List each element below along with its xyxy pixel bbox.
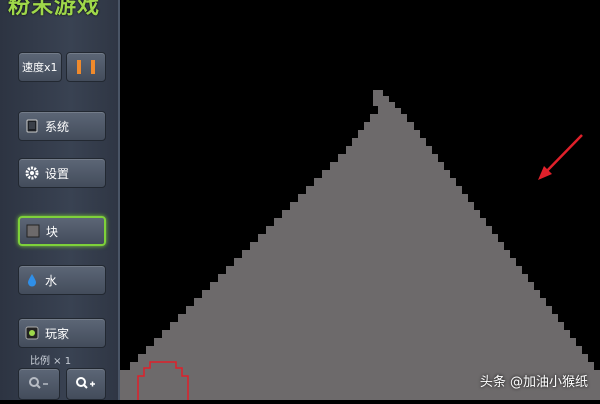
sand-pile (120, 90, 600, 400)
player-label: 玩家 (45, 326, 70, 341)
water-button[interactable]: 水 (18, 265, 106, 295)
zoom-in-button[interactable] (66, 368, 106, 400)
block-icon (26, 224, 40, 238)
block-label: 块 (46, 224, 59, 239)
player-icon (25, 326, 39, 340)
settings-button[interactable]: 设置 (18, 158, 106, 188)
gear-icon (25, 166, 39, 180)
app-title: 粉末游戏 (8, 0, 101, 19)
water-label: 水 (45, 273, 58, 288)
game-canvas[interactable] (120, 0, 600, 400)
player-button[interactable]: 玩家 (18, 318, 106, 348)
pause-icon (77, 60, 81, 74)
zoom-out-button[interactable] (18, 368, 60, 400)
speed-button[interactable]: 速度x1 (18, 52, 62, 82)
zoom-in-icon (75, 376, 97, 393)
settings-label: 设置 (45, 166, 70, 181)
speed-label: 速度x1 (22, 61, 58, 74)
tablet-icon (25, 119, 39, 133)
water-drop-icon (25, 273, 39, 287)
pause-button[interactable] (66, 52, 106, 82)
red-arrow-annotation (538, 134, 583, 180)
scale-label: 比例 × 1 (30, 356, 72, 367)
block-button[interactable]: 块 (18, 216, 106, 246)
system-label: 系统 (45, 119, 70, 134)
system-button[interactable]: 系统 (18, 111, 106, 141)
sidebar: 粉末游戏 速度x1 系统 设置 块 水 玩家 比例 × 1 (0, 0, 120, 400)
watermark: 头条 @加油小猴纸 (480, 371, 588, 390)
sand-world (120, 90, 600, 400)
watermark-platform: 头条 (479, 375, 506, 390)
watermark-author: @加油小猴纸 (509, 375, 588, 390)
zoom-out-icon (28, 376, 50, 393)
